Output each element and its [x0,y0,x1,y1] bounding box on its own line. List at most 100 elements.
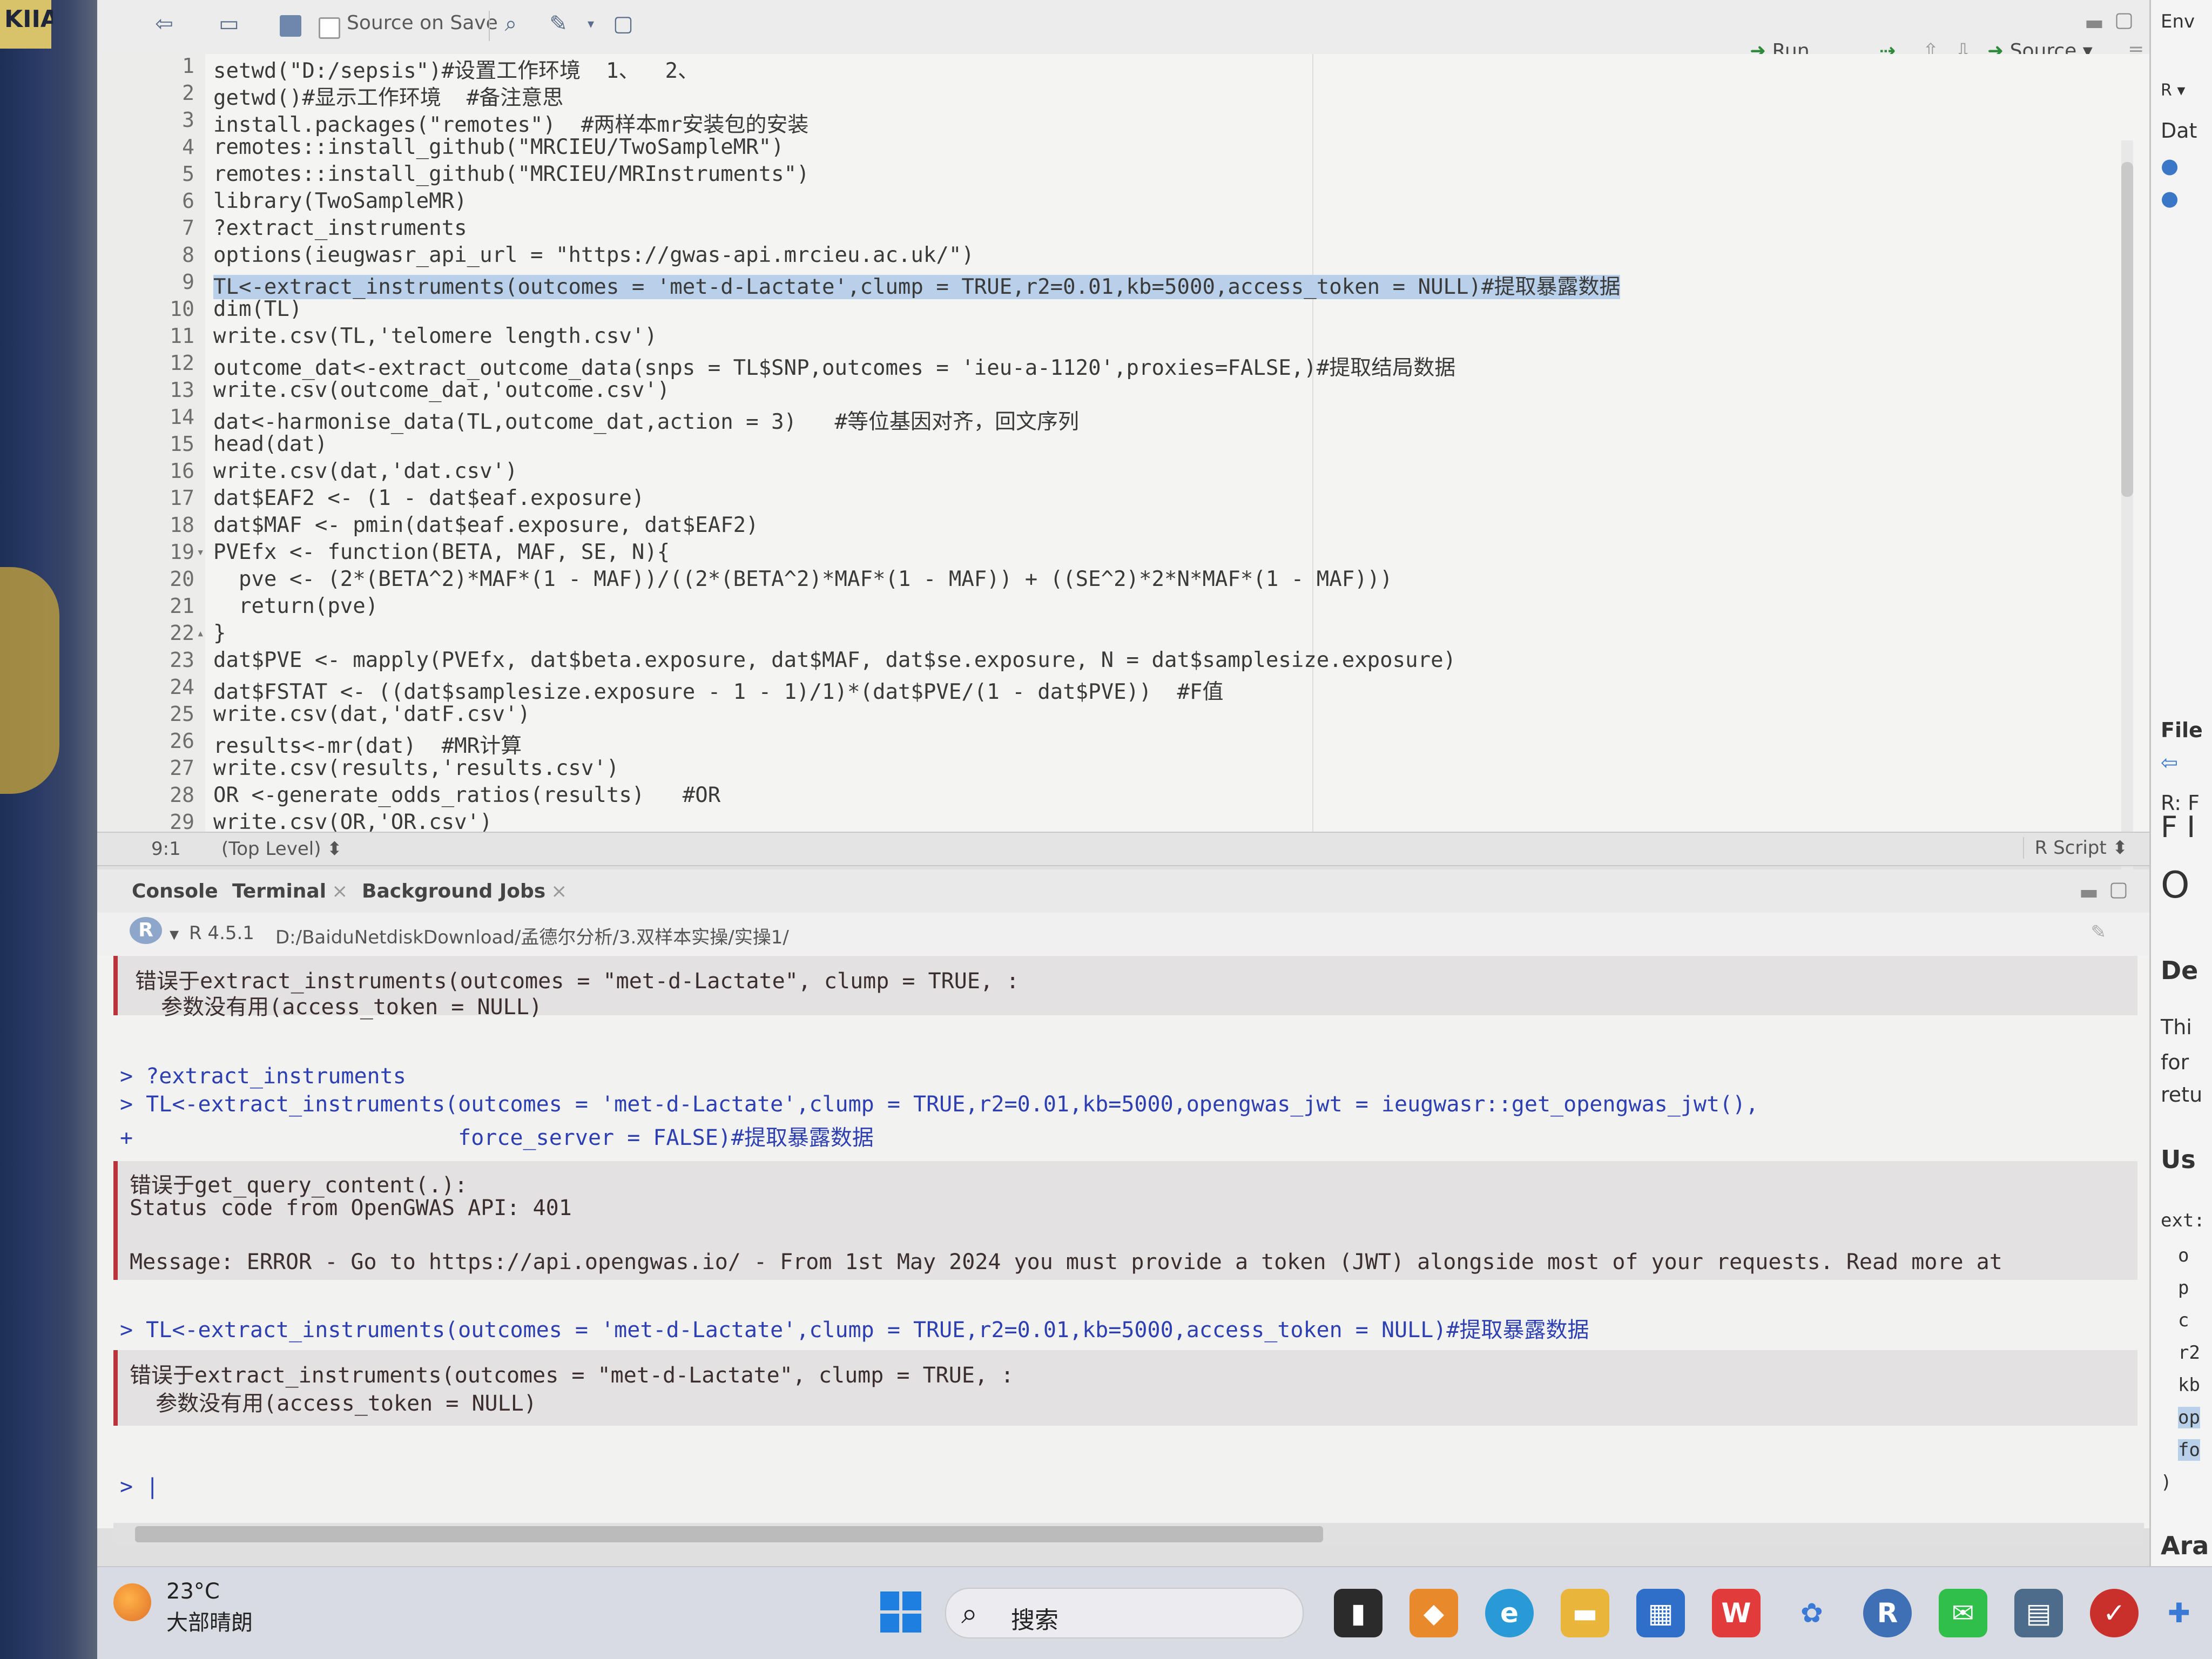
wechat-icon[interactable]: ✉ [1939,1589,1987,1637]
red-app-icon[interactable]: ✓ [2090,1589,2139,1637]
store-app-icon[interactable]: ▦ [1636,1589,1685,1637]
weather-temperature[interactable]: 23°C [166,1579,220,1604]
chevron-down-icon[interactable]: ▾ [578,11,604,37]
editor-toolbar: ⇦ ▭ Source on Save ⌕ ✎ ▾ ▢ ➜ Run ⇢ ⇧ ⇩ ➜… [97,0,2149,62]
expand-icon[interactable]: ● [2161,186,2179,210]
source-on-save-label: Source on Save [347,12,498,34]
file-explorer-icon[interactable]: ▬ [1561,1589,1609,1637]
weather-icon[interactable] [113,1583,151,1621]
search-icon[interactable]: ⌕ [498,11,524,37]
r-env-selector[interactable]: R ▾ [2161,81,2185,100]
minimize-icon[interactable]: ▬ [2085,11,2104,35]
code-text: PVEfx <- function(BETA, MAF, SE, N){ [213,540,670,564]
code-line[interactable]: 23 dat$PVE <- mapply(PVEfx, dat$beta.expo… [97,648,2149,675]
code-line[interactable]: 22 ▴} [97,621,2149,648]
edge-browser-icon[interactable]: e [1485,1589,1534,1637]
code-line[interactable]: 10 dim(TL) [97,297,2149,324]
code-line[interactable]: 13 write.csv(outcome_dat,'outcome.csv') [97,378,2149,405]
line-number: 8 [182,243,194,267]
back-icon[interactable]: ⇦ [151,11,177,37]
code-line[interactable]: 19 ▾ PVEfx <- function(BETA, MAF, SE, N){ [97,540,2149,567]
code-text: dat$PVE <- mapply(PVEfx, dat$beta.exposu… [213,648,1456,672]
shield-app-icon[interactable]: ◆ [1410,1589,1458,1637]
code-text: head(dat) [213,432,328,456]
console-prompt[interactable]: > | [120,1474,159,1499]
rstudio-icon[interactable]: R [1863,1589,1912,1637]
taskbar-search[interactable]: ⌕ 搜索 [945,1588,1304,1638]
code-line[interactable]: 18 dat$MAF <- pmin(dat$eaf.exposure, dat$… [97,513,2149,540]
line-number: 21 [170,594,194,618]
task-view-icon[interactable]: ▮ [1334,1589,1382,1637]
code-editor[interactable]: 1 setwd("D:/sepsis")#设置工作环境 1、 2、 2 getwd()… [97,54,2149,875]
code-line[interactable]: 4 remotes::install_github("MRCIEU/TwoSamp… [97,135,2149,162]
code-line[interactable]: 16 write.csv(dat,'dat.csv') [97,459,2149,486]
r-logo-icon: R [130,917,162,944]
code-line[interactable]: 15 head(dat) [97,432,2149,459]
cursor-position: 9:1 [151,838,181,860]
close-icon[interactable]: × [551,880,567,902]
code-line[interactable]: 21 return(pve) [97,594,2149,621]
chevron-down-icon[interactable]: ▾ [170,923,179,945]
code-line[interactable]: 26 results<-mr(dat) #MR计算 [97,729,2149,758]
show-in-window-icon[interactable]: ▭ [216,11,242,37]
console-scrollbar-thumb[interactable] [135,1526,1323,1542]
file-type-selector[interactable]: R Script ⬍ [2022,837,2128,859]
archive-app-icon[interactable]: ▤ [2014,1589,2063,1637]
code-line[interactable]: 8 options(ieugwasr_api_url = "https://gwa… [97,243,2149,270]
files-tab[interactable]: File [2161,718,2203,742]
source-on-save-checkbox[interactable] [319,17,340,39]
scope-selector[interactable]: (Top Level) ⬍ [221,838,342,860]
save-icon[interactable] [280,15,301,37]
cloud-drive-icon[interactable]: ✿ [1788,1589,1836,1637]
code-line[interactable]: 5 remotes::install_github("MRCIEU/MRInstr… [97,162,2149,189]
code-text: return(pve) [213,594,379,618]
windows-start-icon[interactable] [880,1591,921,1633]
help-code: ) [2161,1472,2172,1493]
wps-office-icon[interactable]: W [1712,1589,1761,1637]
editor-scrollbar-thumb[interactable] [2121,162,2133,497]
line-number: 18 [170,513,194,537]
code-line[interactable]: 1 setwd("D:/sepsis")#设置工作环境 1、 2、 [97,54,2149,83]
code-line[interactable]: 20 pve <- (2*(BETA^2)*MAF*(1 - MAF))/((2… [97,567,2149,594]
tab-console[interactable]: Console [132,880,218,902]
code-line[interactable]: 2 getwd()#显示工作环境 #备注意思 [97,81,2149,110]
code-line[interactable]: 11 write.csv(TL,'telomere length.csv') [97,324,2149,351]
fold-toggle-icon[interactable]: ▴ [197,625,204,640]
line-number: 2 [182,81,194,105]
help-section: De [2161,956,2198,985]
code-line[interactable]: 17 dat$EAF2 <- (1 - dat$eaf.exposure) [97,486,2149,513]
help-text: retu [2161,1083,2203,1107]
code-text: install.packages("remotes") #两样本mr安装包的安装 [213,113,809,137]
help-code: c [2178,1310,2189,1331]
code-line[interactable]: 24 dat$FSTAT <- ((dat$samplesize.exposure… [97,675,2149,704]
code-line[interactable]: 3 install.packages("remotes") #两样本mr安装包的安… [97,108,2149,137]
line-number: 13 [170,378,194,402]
search-placeholder: 搜索 [1011,1607,1058,1634]
code-line[interactable]: 14 dat<-harmonise_data(TL,outcome_dat,act… [97,405,2149,434]
help-section: Us [2161,1145,2196,1174]
tab-terminal[interactable]: Terminal × [232,880,348,902]
code-tools-wand-icon[interactable]: ✎ [545,11,571,37]
code-line[interactable]: 27 write.csv(results,'results.csv') [97,756,2149,783]
maximize-icon[interactable]: ▢ [2109,877,2128,901]
minimize-icon[interactable]: ▬ [2079,880,2099,904]
tab-background-jobs[interactable]: Background Jobs × [362,880,567,902]
maximize-icon[interactable]: ▢ [2114,8,2134,31]
network-app-icon[interactable]: ✚ [2155,1589,2203,1637]
compile-report-icon[interactable]: ▢ [610,11,636,37]
code-line[interactable]: 6 library(TwoSampleMR) [97,189,2149,216]
code-line[interactable]: 28 OR <-generate_odds_ratios(results) #OR [97,783,2149,810]
weather-description[interactable]: 大部晴朗 [166,1605,253,1636]
back-icon[interactable]: ⇦ [2161,751,2178,774]
clear-console-icon[interactable]: ✎ [2091,921,2107,943]
fold-toggle-icon[interactable]: ▾ [197,544,204,559]
code-line[interactable]: 7 ?extract_instruments [97,216,2149,243]
close-icon[interactable]: × [332,880,348,902]
code-line[interactable]: 9 TL<-extract_instruments(outcomes = 'met… [97,270,2149,299]
code-line[interactable]: 12 outcome_dat<-extract_outcome_data(snps… [97,351,2149,380]
env-tab[interactable]: Env [2161,11,2195,32]
expand-icon[interactable]: ● [2161,154,2179,178]
console-output[interactable]: 错误于extract_instruments(outcomes = "met-d… [97,956,2149,1528]
code-text: TL<-extract_instruments(outcomes = 'met-… [213,275,1621,299]
code-line[interactable]: 25 write.csv(dat,'datF.csv') [97,702,2149,729]
